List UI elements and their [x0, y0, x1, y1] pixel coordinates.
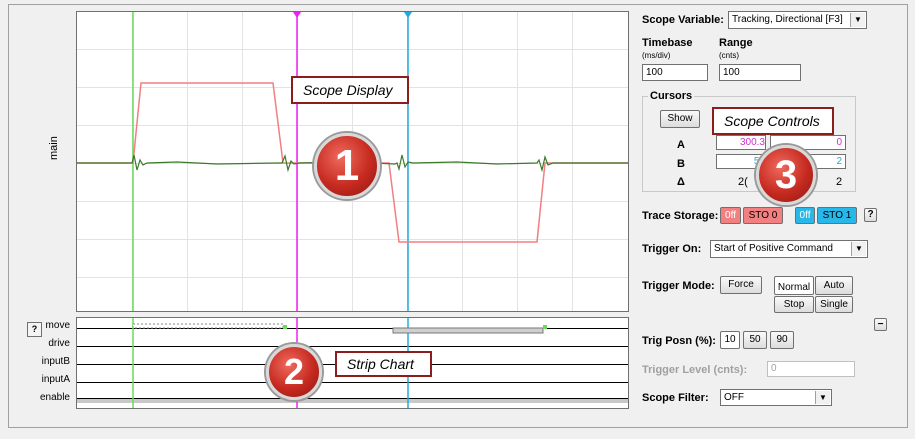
delta-right-value: 2: [836, 176, 843, 188]
timebase-unit: (ms/div): [642, 51, 671, 60]
move-negative-pulse: [392, 327, 544, 334]
strip-label-move: move: [45, 320, 70, 331]
trigger-on-select[interactable]: Start of Positive Command ▼: [710, 240, 868, 258]
trace0-off-button[interactable]: 0ff: [720, 207, 741, 224]
timebase-input[interactable]: 100: [642, 64, 708, 81]
trig-posn-label: Trig Posn (%):: [642, 335, 716, 347]
trace-help-button[interactable]: ?: [864, 208, 877, 222]
cursor-a-marker: [293, 12, 301, 18]
sto1-button[interactable]: STO 1: [817, 207, 857, 224]
auto-button[interactable]: Auto: [815, 276, 853, 295]
strip-label-inputa: inputA: [41, 374, 70, 385]
chevron-down-icon: ▼: [815, 391, 830, 404]
badge-1: 1: [314, 133, 380, 199]
move-end-marker-2: [543, 325, 547, 329]
scope-display-callout: Scope Display: [291, 76, 409, 104]
trace1-off-button[interactable]: 0ff: [795, 207, 815, 224]
collapse-button[interactable]: −: [874, 318, 887, 331]
badge-3: 3: [756, 145, 816, 205]
normal-button[interactable]: Normal: [774, 276, 814, 295]
chevron-down-icon: ▼: [850, 13, 865, 27]
stop-button[interactable]: Stop: [774, 296, 814, 313]
strip-chart-callout: Strip Chart: [335, 351, 432, 377]
single-button[interactable]: Single: [815, 296, 853, 313]
cursor-a-value[interactable]: 300.3: [716, 135, 766, 150]
force-button[interactable]: Force: [720, 276, 762, 294]
move-end-marker: [283, 325, 287, 329]
scope-variable-value: Tracking, Directional [F3]: [732, 14, 843, 25]
scope-variable-label: Scope Variable:: [642, 14, 724, 26]
trigger-mode-label: Trigger Mode:: [642, 280, 715, 292]
cursor-a-label: A: [677, 139, 685, 151]
trigger-level-label: Trigger Level (cnts):: [642, 364, 748, 376]
scope-variable-select[interactable]: Tracking, Directional [F3] ▼: [728, 11, 867, 29]
delta-label: Δ: [677, 176, 685, 188]
delta-value: 2(: [738, 176, 748, 188]
cursor-b-label: B: [677, 158, 685, 170]
badge-2: 2: [266, 344, 322, 400]
range-label: Range: [719, 37, 753, 49]
move-positive-pulse: [132, 323, 284, 329]
trig-posn-10-button[interactable]: 10: [720, 331, 740, 349]
channel-label: main: [48, 136, 60, 160]
strip-label-drive: drive: [48, 338, 70, 349]
scope-controls-callout: Scope Controls: [712, 107, 834, 135]
trig-posn-90-button[interactable]: 90: [770, 331, 794, 349]
scope-window: main Scope Display 1 ? move drive inputB…: [0, 0, 915, 439]
trigger-on-value: Start of Positive Command: [714, 243, 833, 254]
trigger-on-label: Trigger On:: [642, 243, 702, 255]
trigger-level-input[interactable]: 0: [767, 361, 855, 377]
scope-filter-value: OFF: [724, 392, 744, 403]
range-input[interactable]: 100: [719, 64, 801, 81]
chevron-down-icon: ▼: [851, 242, 866, 256]
trig-posn-50-button[interactable]: 50: [743, 331, 767, 349]
scope-filter-select[interactable]: OFF ▼: [720, 389, 832, 406]
range-unit: (cnts): [719, 51, 739, 60]
cursor-b-marker: [404, 12, 412, 18]
show-button[interactable]: Show: [660, 110, 700, 128]
timebase-label: Timebase: [642, 37, 693, 49]
strip-label-enable: enable: [39, 392, 70, 403]
trace-storage-label: Trace Storage:: [642, 210, 719, 222]
strip-label-inputb: inputB: [41, 356, 70, 367]
sto0-button[interactable]: STO 0: [743, 207, 783, 224]
cursors-title: Cursors: [648, 90, 695, 102]
scope-filter-label: Scope Filter:: [642, 392, 709, 404]
